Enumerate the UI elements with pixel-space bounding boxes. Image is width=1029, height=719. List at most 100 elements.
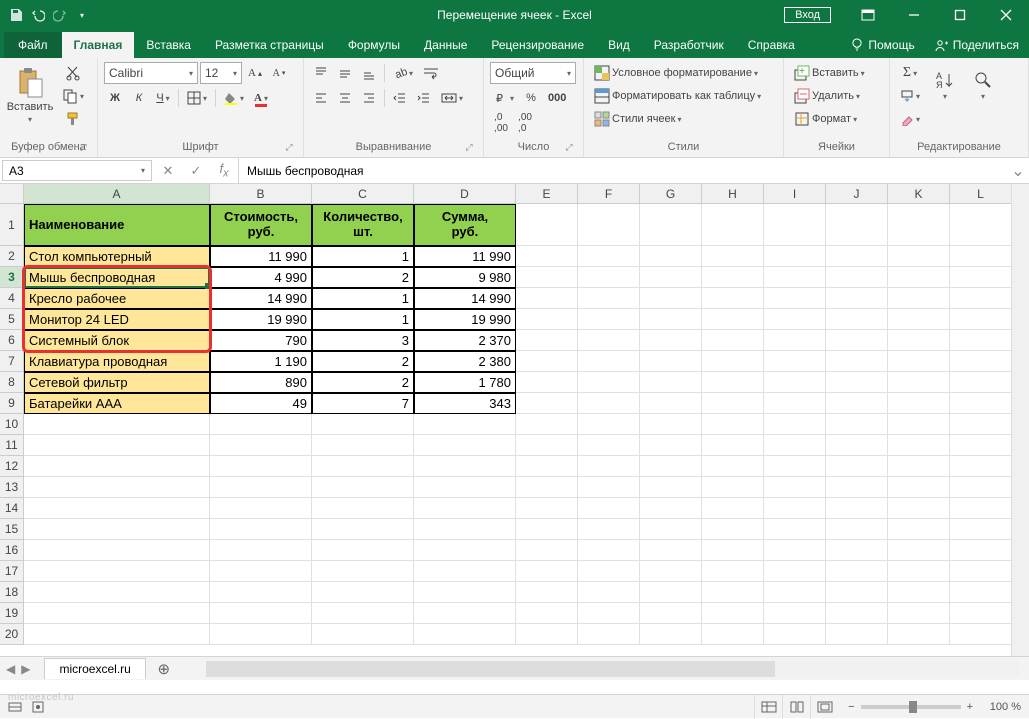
cell[interactable]	[578, 561, 640, 582]
comma-icon[interactable]: 000	[544, 87, 570, 109]
cell[interactable]: 1 780	[414, 372, 516, 393]
cell[interactable]	[764, 330, 826, 351]
row-header[interactable]: 17	[0, 561, 24, 582]
accounting-icon[interactable]: ₽▾	[490, 87, 518, 109]
cell[interactable]	[24, 498, 210, 519]
col-header[interactable]: A	[24, 184, 210, 204]
cell[interactable]: 4 990	[210, 267, 312, 288]
zoom-slider[interactable]	[861, 705, 961, 709]
close-button[interactable]	[983, 0, 1029, 30]
cell[interactable]	[312, 519, 414, 540]
cell[interactable]: 9 980	[414, 267, 516, 288]
decrease-decimal-icon[interactable]: ,00,0	[514, 112, 536, 134]
row-header[interactable]: 7	[0, 351, 24, 372]
qat-customize-icon[interactable]: ▾	[74, 7, 90, 23]
italic-icon[interactable]: К	[128, 87, 150, 109]
copy-icon[interactable]: ▾	[58, 85, 88, 107]
cancel-formula-icon[interactable]: ✕	[154, 163, 182, 179]
cell[interactable]	[312, 456, 414, 477]
normal-view-icon[interactable]	[754, 695, 782, 719]
cell[interactable]	[578, 582, 640, 603]
zoom-in-icon[interactable]: +	[967, 701, 973, 713]
cell[interactable]	[826, 393, 888, 414]
cell[interactable]	[578, 414, 640, 435]
cell[interactable]	[826, 477, 888, 498]
cell[interactable]	[24, 540, 210, 561]
cell[interactable]	[702, 246, 764, 267]
sheet-nav-prev-icon[interactable]: ◀	[6, 662, 15, 676]
cell[interactable]: 14 990	[414, 288, 516, 309]
col-header[interactable]: H	[702, 184, 764, 204]
cell[interactable]	[764, 351, 826, 372]
find-select-icon[interactable]: ▾	[966, 62, 1000, 108]
page-break-view-icon[interactable]	[810, 695, 838, 719]
cell[interactable]	[950, 267, 1012, 288]
row-header[interactable]: 12	[0, 456, 24, 477]
cell[interactable]	[578, 351, 640, 372]
cell[interactable]	[888, 309, 950, 330]
cell[interactable]: 790	[210, 330, 312, 351]
cell[interactable]	[702, 477, 764, 498]
cell[interactable]	[516, 624, 578, 645]
cell[interactable]: 49	[210, 393, 312, 414]
cell[interactable]	[950, 477, 1012, 498]
cell[interactable]	[950, 414, 1012, 435]
autosum-icon[interactable]: Σ▾	[896, 62, 924, 84]
cell[interactable]	[516, 540, 578, 561]
cell[interactable]	[826, 351, 888, 372]
formula-input[interactable]: Мышь беспроводная	[239, 158, 1007, 183]
cell[interactable]: 1 190	[210, 351, 312, 372]
row-header[interactable]: 2	[0, 246, 24, 267]
select-all-corner[interactable]	[0, 184, 24, 204]
cell[interactable]	[578, 477, 640, 498]
cell[interactable]	[24, 582, 210, 603]
cell[interactable]	[702, 288, 764, 309]
cell[interactable]	[640, 603, 702, 624]
cell[interactable]	[826, 309, 888, 330]
cell[interactable]	[888, 603, 950, 624]
tab-данные[interactable]: Данные	[412, 32, 479, 58]
cell[interactable]	[210, 477, 312, 498]
cell[interactable]	[950, 498, 1012, 519]
cell[interactable]	[702, 372, 764, 393]
cell[interactable]	[578, 498, 640, 519]
cell[interactable]: 11 990	[210, 246, 312, 267]
cell[interactable]	[578, 330, 640, 351]
save-icon[interactable]	[8, 7, 24, 23]
cell[interactable]	[312, 414, 414, 435]
cell[interactable]	[702, 519, 764, 540]
cell[interactable]: Стол компьютерный	[24, 246, 210, 267]
cell[interactable]	[702, 393, 764, 414]
maximize-button[interactable]	[937, 0, 983, 30]
cell[interactable]	[826, 435, 888, 456]
col-header[interactable]: L	[950, 184, 1012, 204]
row-header[interactable]: 10	[0, 414, 24, 435]
cell[interactable]	[764, 456, 826, 477]
cell[interactable]	[516, 519, 578, 540]
align-top-icon[interactable]	[310, 62, 332, 84]
cell[interactable]	[764, 288, 826, 309]
cell[interactable]	[516, 288, 578, 309]
cell[interactable]	[826, 540, 888, 561]
cell[interactable]	[950, 393, 1012, 414]
cell[interactable]	[516, 603, 578, 624]
cell[interactable]	[312, 624, 414, 645]
cell[interactable]	[764, 393, 826, 414]
col-header[interactable]: B	[210, 184, 312, 204]
cell[interactable]	[888, 330, 950, 351]
col-header[interactable]: D	[414, 184, 516, 204]
cell[interactable]	[578, 519, 640, 540]
cell-styles-button[interactable]: Стили ячеек▾	[590, 108, 780, 130]
cell[interactable]	[640, 519, 702, 540]
cell[interactable]	[516, 204, 578, 246]
cell[interactable]	[640, 456, 702, 477]
cell[interactable]	[702, 309, 764, 330]
sheet-nav-next-icon[interactable]: ▶	[21, 662, 30, 676]
cell[interactable]: 14 990	[210, 288, 312, 309]
cell[interactable]	[210, 624, 312, 645]
format-cells-button[interactable]: Формат▾	[790, 108, 869, 130]
cell[interactable]	[764, 246, 826, 267]
cell[interactable]	[640, 561, 702, 582]
cell[interactable]	[414, 519, 516, 540]
cell[interactable]	[888, 288, 950, 309]
